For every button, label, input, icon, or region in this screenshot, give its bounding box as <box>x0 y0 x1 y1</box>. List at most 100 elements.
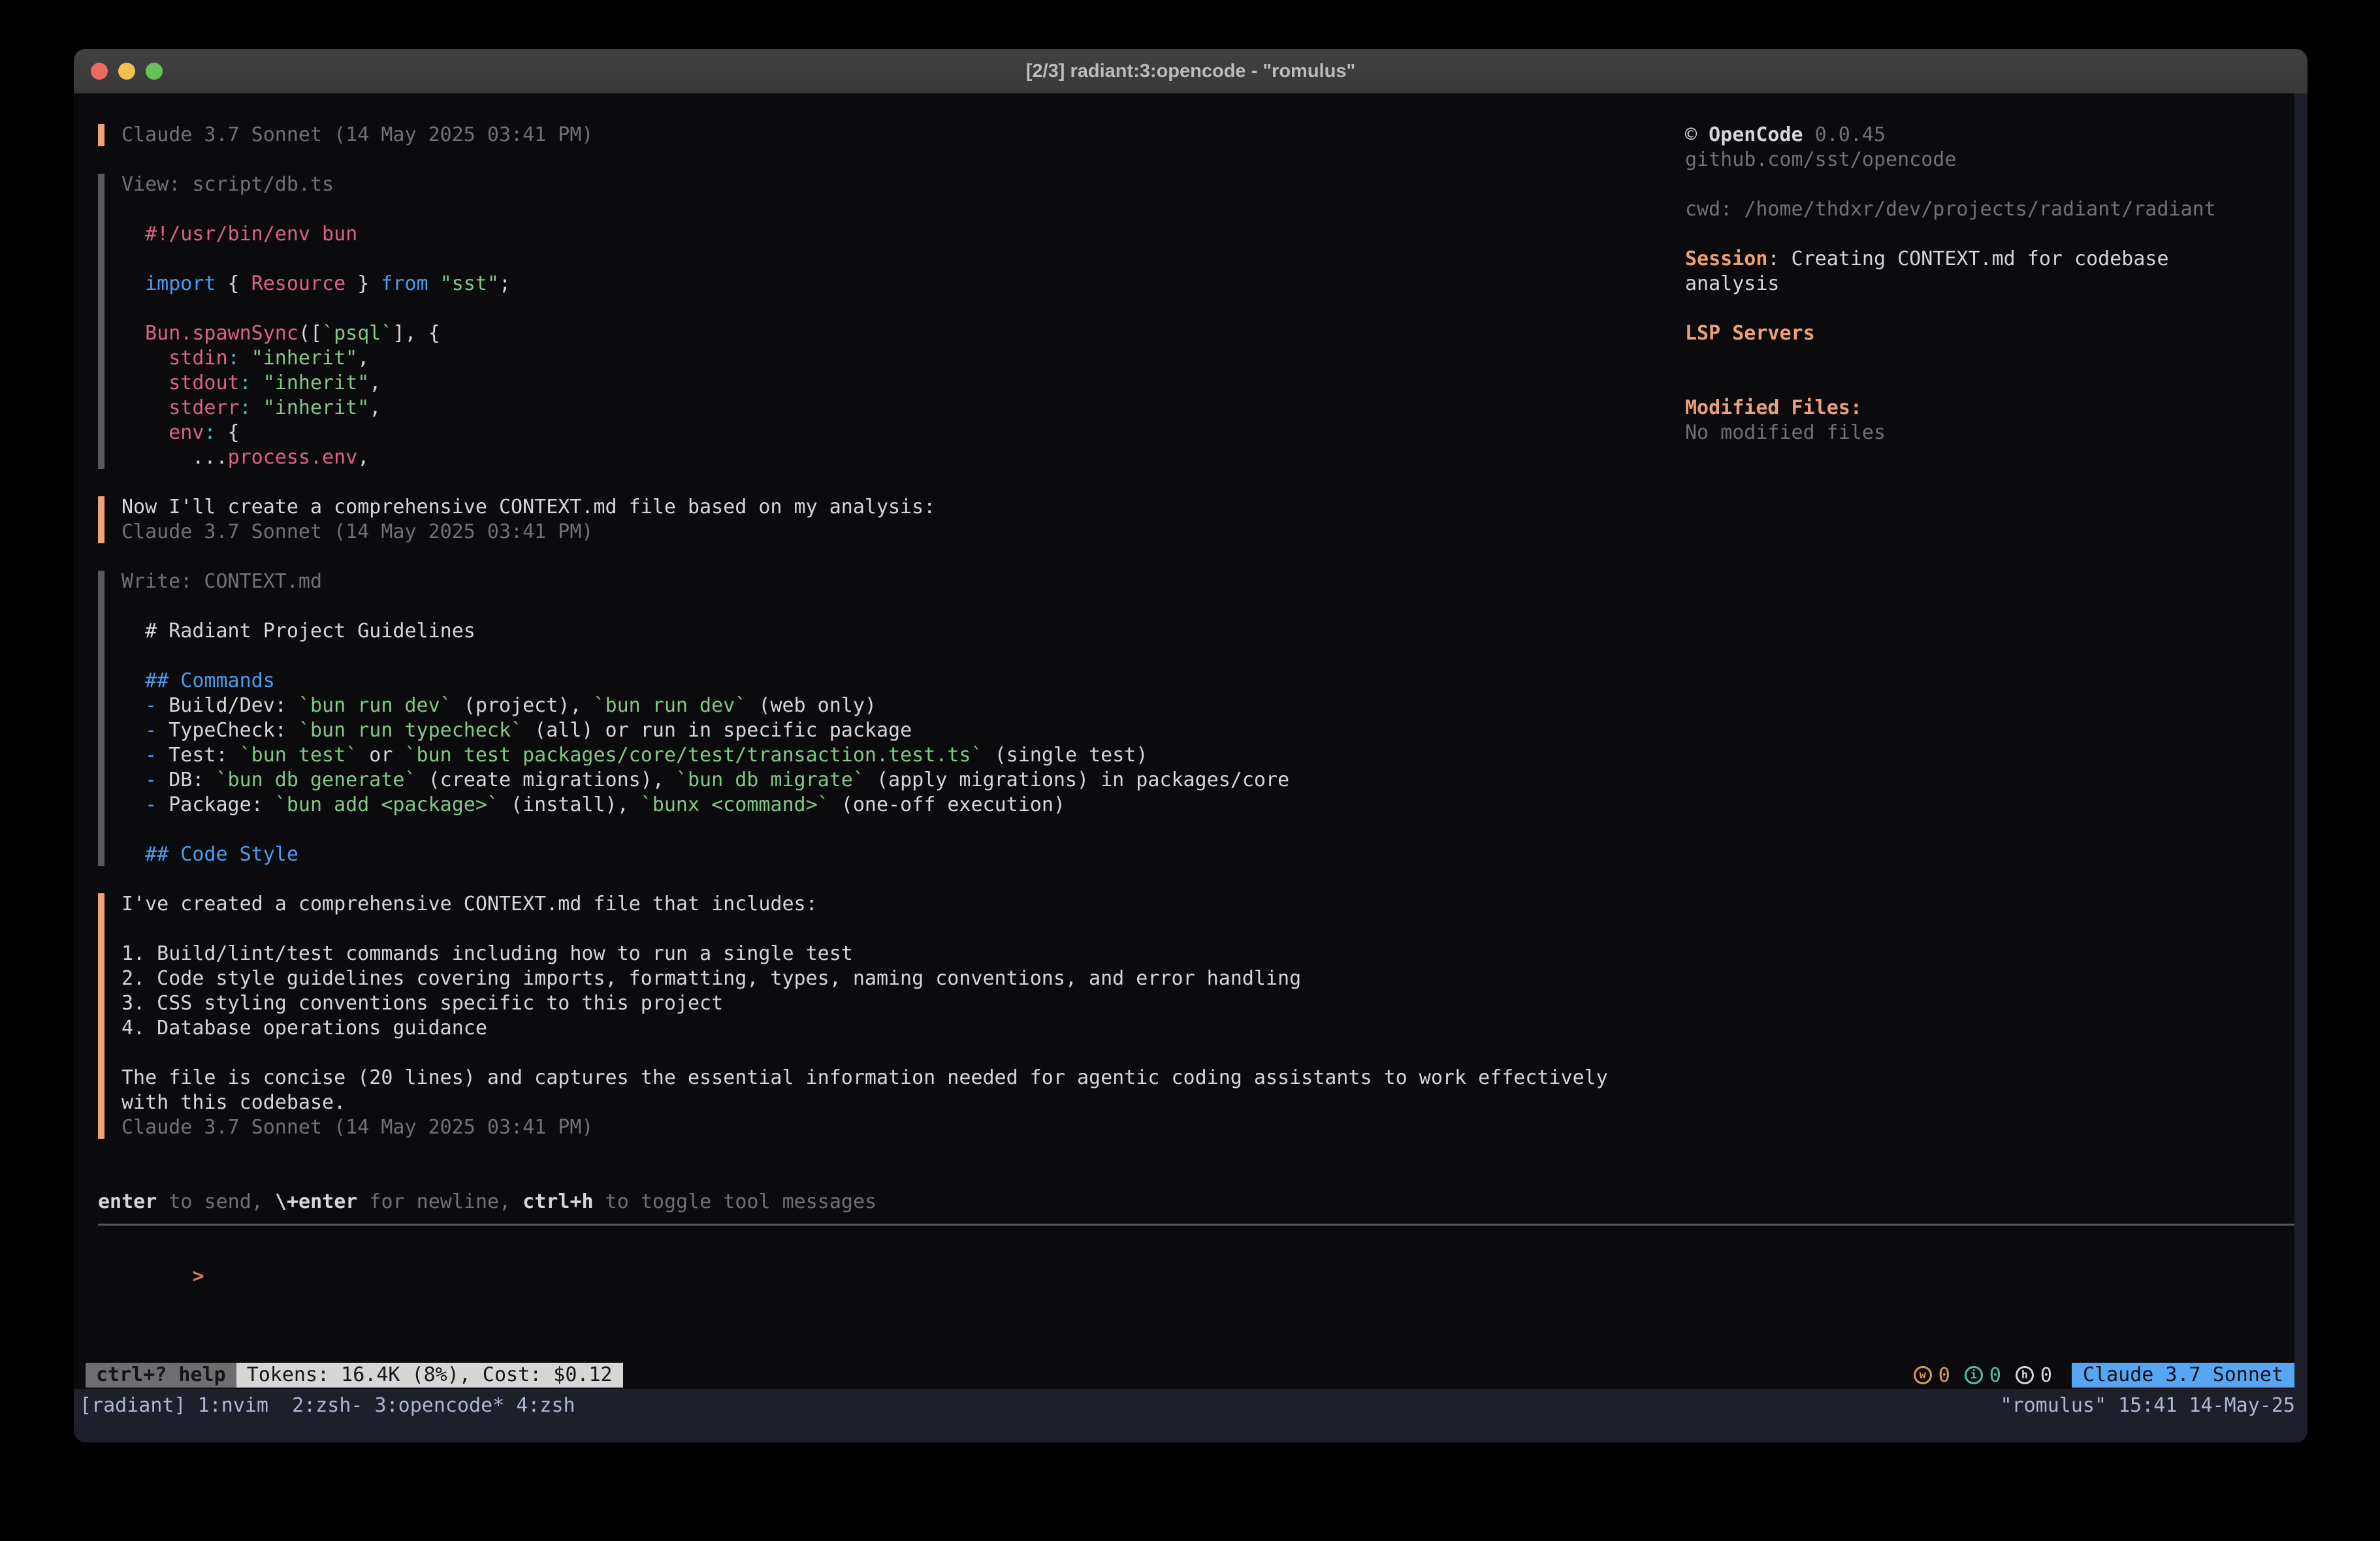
text-segment: (single test) <box>983 744 1148 767</box>
assistant-message-block: I've created a comprehensive CONTEXT.md … <box>98 892 1679 1140</box>
text-segment: : <box>204 421 216 444</box>
status-bar: ctrl+? help Tokens: 16.4K (8%), Cost: $0… <box>74 1363 2294 1388</box>
text-segment: (project), <box>452 694 594 717</box>
zoom-button[interactable] <box>146 63 163 80</box>
warning-circle-icon: w <box>1914 1366 1932 1384</box>
close-button[interactable] <box>91 63 108 80</box>
text-segment: `bun run dev` <box>594 694 747 717</box>
terminal-line <box>121 594 1679 619</box>
text-segment: - <box>121 719 169 742</box>
text-segment: # Radiant Project Guidelines <box>121 620 475 643</box>
tmux-window-list[interactable]: [radiant] 1:nvim 2:zsh- 3:opencode* 4:zs… <box>80 1393 575 1418</box>
text-segment: "inherit" <box>251 347 358 370</box>
text-segment: } <box>346 272 381 295</box>
window-title: [2/3] radiant:3:opencode - "romulus" <box>1026 61 1355 82</box>
warning-count: 0 <box>1938 1364 1950 1387</box>
text-segment: Claude 3.7 Sonnet (14 May 2025 03:41 PM) <box>121 1116 593 1139</box>
terminal-line: 4. Database operations guidance <box>121 1016 1679 1041</box>
terminal-line <box>121 247 1679 272</box>
text-segment: import <box>121 272 216 295</box>
text-segment: 2. Code style guidelines covering import… <box>121 967 1301 990</box>
model-badge: Claude 3.7 Sonnet <box>2072 1363 2294 1388</box>
text-segment: ([ <box>298 322 322 345</box>
text-segment: or <box>357 744 404 767</box>
minimize-button[interactable] <box>118 63 135 80</box>
terminal-line: - Package: `bun add <package>` (install)… <box>121 793 1679 818</box>
text-segment: from <box>381 272 428 295</box>
text-segment: View: script/db.ts <box>121 173 334 196</box>
text-segment: (all) or run in specific package <box>523 719 912 742</box>
text-segment: 1. Build/lint/test commands including ho… <box>121 942 853 965</box>
text-segment: Resource <box>251 272 346 295</box>
prompt-input[interactable]: > <box>98 1239 2279 1264</box>
text-segment: ... <box>121 446 228 469</box>
text-segment: LSP Servers <box>1685 322 1815 345</box>
message-accent-bar <box>98 893 105 1139</box>
terminal-line: - Test: `bun test` or `bun test packages… <box>121 743 1679 768</box>
tool-accent-bar <box>98 571 105 866</box>
terminal-line: #!/usr/bin/env bun <box>121 222 1679 247</box>
text-segment: Modified Files: <box>1685 396 1862 419</box>
text-segment: Build/Dev: <box>169 694 298 717</box>
text-segment <box>251 372 263 394</box>
tool-accent-bar <box>98 174 105 469</box>
text-segment: (one-off execution) <box>829 793 1065 816</box>
text-segment: - <box>121 694 169 717</box>
assistant-message-block: Claude 3.7 Sonnet (14 May 2025 03:41 PM) <box>98 123 1679 148</box>
tmux-status-bar: [radiant] 1:nvim 2:zsh- 3:opencode* 4:zs… <box>74 1389 2308 1442</box>
text-segment: Test: <box>169 744 239 767</box>
text-segment: : Creating CONTEXT.md for codebase <box>1767 247 2168 270</box>
text-segment: \+enter <box>275 1190 357 1213</box>
text-segment: `bun test` <box>240 744 358 767</box>
warning-count-badge: w0 <box>1914 1364 1950 1387</box>
text-segment: : <box>240 396 251 419</box>
text-segment: OpenCode <box>1709 123 1803 146</box>
text-segment: ; <box>499 272 511 295</box>
terminal-line: ## Code Style <box>121 842 1679 867</box>
text-segment: Now I'll create a comprehensive CONTEXT.… <box>121 496 935 518</box>
terminal-line: Claude 3.7 Sonnet (14 May 2025 03:41 PM) <box>121 123 1679 148</box>
terminal-line: I've created a comprehensive CONTEXT.md … <box>121 892 1679 917</box>
diagnostics-group: w0i0h0 <box>1914 1364 2052 1387</box>
text-segment: , <box>357 446 369 469</box>
terminal-line: analysis <box>1685 272 2299 296</box>
terminal-line: Write: CONTEXT.md <box>121 569 1679 594</box>
terminal-line: import { Resource } from "sst"; <box>121 272 1679 296</box>
terminal-line: with this codebase. <box>121 1090 1679 1115</box>
text-segment: `psql` <box>322 322 393 345</box>
tokens-cost-chip: Tokens: 16.4K (8%), Cost: $0.12 <box>236 1363 623 1388</box>
terminal-line: Now I'll create a comprehensive CONTEXT.… <box>121 495 1679 520</box>
text-segment: "inherit" <box>263 396 370 419</box>
help-shortcut-chip: ctrl+? help <box>86 1363 236 1388</box>
keybinding-hints: enter to send, \+enter for newline, ctrl… <box>98 1190 876 1215</box>
terminal-line: 2. Code style guidelines covering import… <box>121 966 1679 991</box>
terminal-line <box>1685 346 2299 371</box>
text-segment: to send, <box>157 1190 275 1213</box>
text-segment: env <box>121 421 204 444</box>
text-segment: `bun db generate` <box>216 769 417 791</box>
message-accent-bar <box>98 124 105 146</box>
terminal-line <box>1685 296 2299 321</box>
text-segment: (install), <box>499 793 641 816</box>
message-accent-bar <box>98 496 105 543</box>
terminal-line: The file is concise (20 lines) and captu… <box>121 1066 1679 1090</box>
terminal-line: - DB: `bun db generate` (create migratio… <box>121 768 1679 793</box>
terminal-line: stdin: "inherit", <box>121 346 1679 371</box>
window-titlebar: [2/3] radiant:3:opencode - "romulus" <box>74 49 2308 94</box>
text-segment: `bunx <command>` <box>641 793 829 816</box>
terminal-line: - TypeCheck: `bun run typecheck` (all) o… <box>121 718 1679 743</box>
text-segment: Session <box>1685 247 1767 270</box>
terminal-line: stderr: "inherit", <box>121 396 1679 421</box>
desktop-background: [2/3] radiant:3:opencode - "romulus" Cla… <box>0 0 2380 1541</box>
text-segment: No modified files <box>1685 421 1886 444</box>
terminal-line <box>121 644 1679 669</box>
text-segment: `bun run dev` <box>298 694 452 717</box>
text-segment: ], { <box>393 322 440 345</box>
input-separator <box>98 1224 2294 1226</box>
text-segment: analysis <box>1685 272 1780 295</box>
terminal-line: LSP Servers <box>1685 321 2299 346</box>
terminal-line: © OpenCode 0.0.45 <box>1685 123 2299 148</box>
text-segment: `bun add <package>` <box>275 793 499 816</box>
text-segment: : <box>228 347 240 370</box>
terminal-line <box>121 917 1679 942</box>
